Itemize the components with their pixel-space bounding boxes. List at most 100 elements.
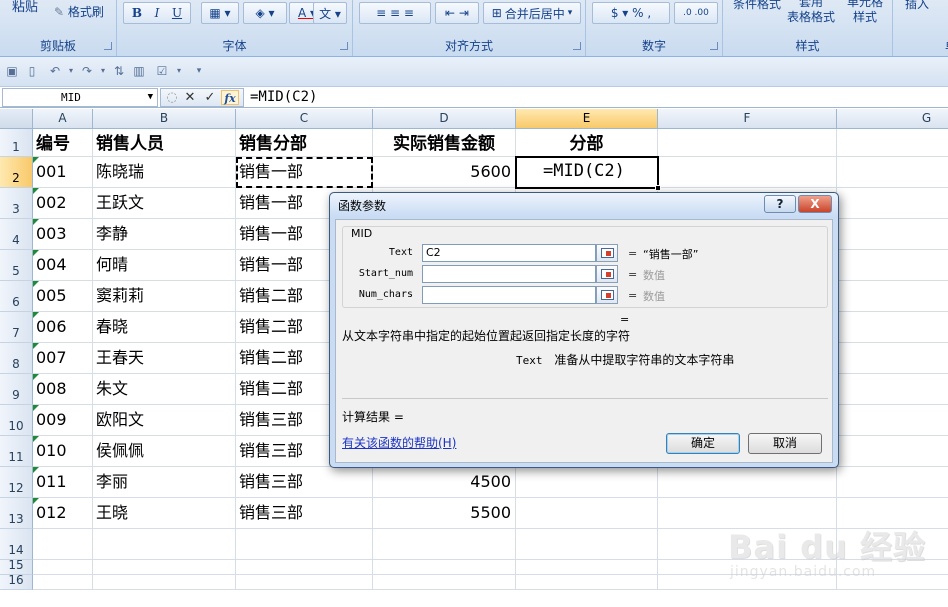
row-header-16[interactable]: 16 <box>0 573 33 590</box>
cell-g1[interactable] <box>837 129 948 157</box>
chart-icon[interactable]: ▥ <box>132 64 146 78</box>
cell-d2[interactable]: 5600 <box>373 157 516 188</box>
row-header-3[interactable]: 3 <box>0 188 33 219</box>
cell-b4[interactable]: 李静 <box>93 219 236 250</box>
cell-e12[interactable] <box>516 467 658 498</box>
cell-b7[interactable]: 春晓 <box>93 312 236 343</box>
formula-input[interactable]: =MID(C2) <box>250 88 317 107</box>
cell-b1[interactable]: 销售人员 <box>93 129 236 157</box>
cell-f12[interactable] <box>658 467 837 498</box>
cell-a3[interactable]: 002 <box>33 188 93 219</box>
redo-dropdown-icon[interactable]: ▾ <box>96 64 110 78</box>
insert-function-icon[interactable]: fx <box>221 90 239 105</box>
cell-b12[interactable]: 李丽 <box>93 467 236 498</box>
decimal-buttons[interactable]: .0 .00 <box>674 2 718 24</box>
row-header-2[interactable]: 2 <box>0 157 33 188</box>
cell-a7[interactable]: 006 <box>33 312 93 343</box>
collapse-button-num-chars[interactable] <box>596 286 618 304</box>
dialog-launcher-icon[interactable] <box>710 42 718 50</box>
italic-button[interactable]: I <box>147 6 167 20</box>
cell-a16[interactable] <box>33 575 93 590</box>
cell-e14[interactable] <box>516 529 658 560</box>
undo-dropdown-icon[interactable]: ▾ <box>64 64 78 78</box>
row-header-9[interactable]: 9 <box>0 374 33 405</box>
name-box[interactable]: MID ▼ <box>2 88 158 107</box>
cell-g6[interactable] <box>837 281 948 312</box>
collapse-button-start-num[interactable] <box>596 265 618 283</box>
table-format-button[interactable]: 套用 表格格式 <box>787 0 835 25</box>
cell-c12[interactable]: 销售三部 <box>236 467 373 498</box>
cell-a10[interactable]: 009 <box>33 405 93 436</box>
cancel-button[interactable]: 取消 <box>748 433 822 454</box>
cell-a2[interactable]: 001 <box>33 157 93 188</box>
cell-a14[interactable] <box>33 529 93 560</box>
cell-a6[interactable]: 005 <box>33 281 93 312</box>
cell-g3[interactable] <box>837 188 948 219</box>
arg-input-text[interactable]: C2 <box>422 244 596 262</box>
cell-d14[interactable] <box>373 529 516 560</box>
underline-button[interactable]: U <box>167 6 187 20</box>
bold-button[interactable]: B <box>127 6 147 20</box>
merge-center-button[interactable]: ⊞ 合并后居中 ▾ <box>483 2 581 24</box>
dialog-launcher-icon[interactable] <box>573 42 581 50</box>
close-button[interactable]: X <box>798 195 832 213</box>
row-header-14[interactable]: 14 <box>0 529 33 560</box>
fill-handle[interactable] <box>655 185 661 191</box>
select-all-corner[interactable] <box>0 109 33 129</box>
cell-g8[interactable] <box>837 343 948 374</box>
cell-a13[interactable]: 012 <box>33 498 93 529</box>
undo-icon[interactable]: ↶ <box>48 64 62 78</box>
expand-icon[interactable]: ◌ <box>163 90 181 105</box>
cell-g2[interactable] <box>837 157 948 188</box>
insert-button[interactable]: 插入 <box>905 0 929 12</box>
cell-b8[interactable]: 王春天 <box>93 343 236 374</box>
column-header-d[interactable]: D <box>373 109 516 129</box>
column-header-e[interactable]: E <box>516 109 658 129</box>
function-help-link[interactable]: 有关该函数的帮助(H) <box>342 434 456 451</box>
cell-d13[interactable]: 5500 <box>373 498 516 529</box>
arg-input-start-num[interactable] <box>422 265 596 283</box>
cell-g11[interactable] <box>837 436 948 467</box>
cell-style-button[interactable]: 单元格 样式 <box>847 0 883 25</box>
fill-color-button[interactable]: ◈ ▾ <box>243 2 287 24</box>
cell-b13[interactable]: 王晓 <box>93 498 236 529</box>
cell-a1[interactable]: 编号 <box>33 129 93 157</box>
check-dropdown-icon[interactable]: ▾ <box>172 64 186 78</box>
row-header-7[interactable]: 7 <box>0 312 33 343</box>
cell-f1[interactable] <box>658 129 837 157</box>
phonetic-button[interactable]: 文 ▾ <box>313 2 347 24</box>
active-cell-e2[interactable]: =MID(C2) <box>515 156 659 189</box>
save-icon[interactable]: ▣ <box>5 64 19 78</box>
cell-g10[interactable] <box>837 405 948 436</box>
paste-button[interactable]: 粘贴 <box>12 0 38 15</box>
redo-icon[interactable]: ↷ <box>80 64 94 78</box>
border-button[interactable]: ▦ ▾ <box>201 2 239 24</box>
cell-e16[interactable] <box>516 575 658 590</box>
cell-c1[interactable]: 销售分部 <box>236 129 373 157</box>
row-header-11[interactable]: 11 <box>0 436 33 467</box>
cell-a12[interactable]: 011 <box>33 467 93 498</box>
row-header-8[interactable]: 8 <box>0 343 33 374</box>
cell-a8[interactable]: 007 <box>33 343 93 374</box>
cell-g5[interactable] <box>837 250 948 281</box>
cell-d16[interactable] <box>373 575 516 590</box>
row-header-4[interactable]: 4 <box>0 219 33 250</box>
cell-c15[interactable] <box>236 560 373 575</box>
row-header-10[interactable]: 10 <box>0 405 33 436</box>
cell-b2[interactable]: 陈晓瑞 <box>93 157 236 188</box>
cell-g12[interactable] <box>837 467 948 498</box>
confirm-formula-icon[interactable]: ✓ <box>201 90 219 105</box>
collapse-button-text[interactable] <box>596 244 618 262</box>
row-header-12[interactable]: 12 <box>0 467 33 498</box>
cell-e15[interactable] <box>516 560 658 575</box>
cancel-formula-icon[interactable]: ✕ <box>181 90 199 105</box>
cell-c13[interactable]: 销售三部 <box>236 498 373 529</box>
conditional-format-button[interactable]: 条件格式 <box>733 0 781 12</box>
cell-e13[interactable] <box>516 498 658 529</box>
row-header-5[interactable]: 5 <box>0 250 33 281</box>
cell-b6[interactable]: 窦莉莉 <box>93 281 236 312</box>
dialog-titlebar[interactable]: 函数参数 ? X <box>330 193 838 217</box>
column-header-a[interactable]: A <box>33 109 93 129</box>
ok-button[interactable]: 确定 <box>666 433 740 454</box>
column-header-f[interactable]: F <box>658 109 837 129</box>
